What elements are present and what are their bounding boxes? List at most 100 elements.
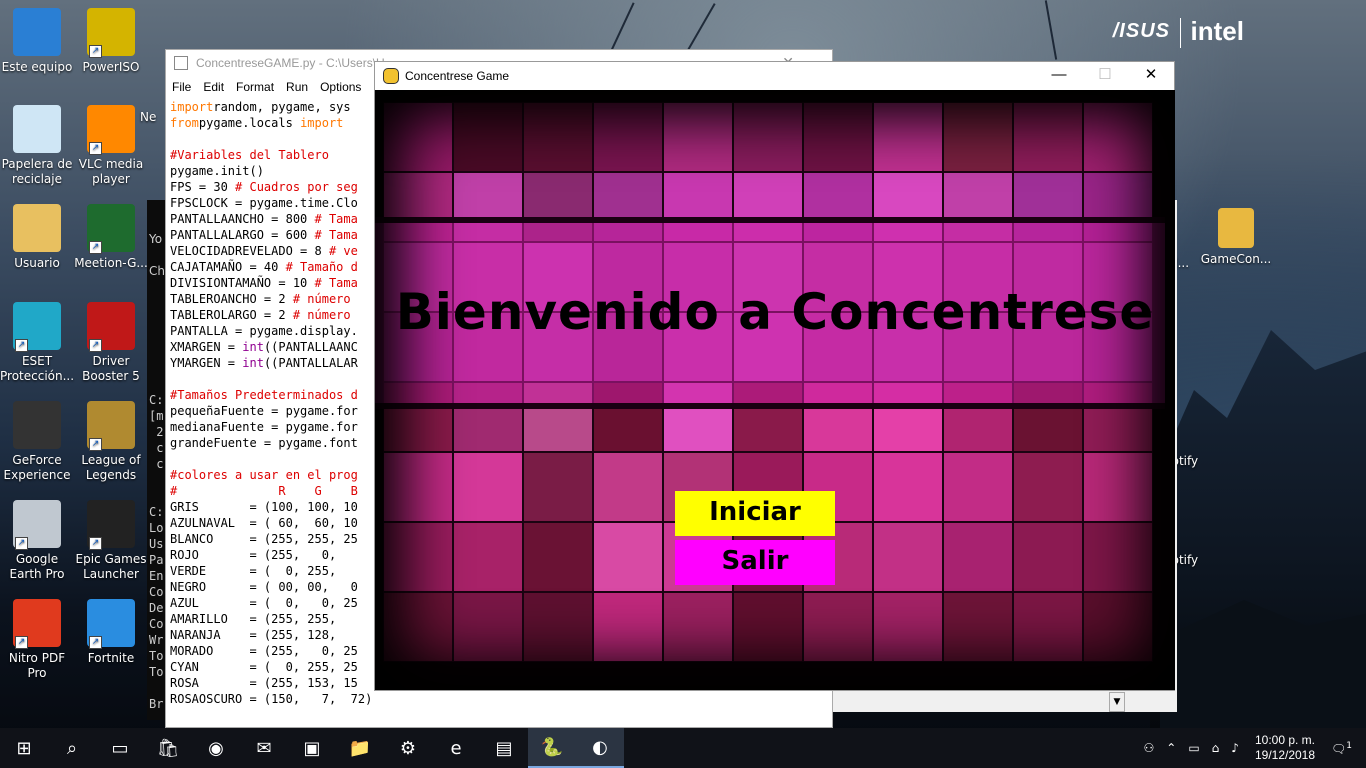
game-tile (1083, 522, 1153, 592)
code-token: VERDE = ( 0, 255, (170, 564, 337, 578)
app-icon: ↗ (13, 599, 61, 649)
chrome-icon[interactable]: ◉ (192, 728, 240, 768)
clock-date: 19/12/2018 (1254, 748, 1316, 762)
code-token: random, pygame, sys (213, 100, 351, 114)
menu-item-edit[interactable]: Edit (203, 80, 224, 94)
code-editor[interactable]: importrandom, pygame, sys frompygame.loca… (170, 99, 372, 707)
battery-icon[interactable]: ▭ (1188, 741, 1199, 755)
desktop-icon[interactable]: GeForce Experience (0, 401, 74, 483)
code-token: # Tamaño d (285, 260, 358, 274)
code-token: # Tama (314, 228, 358, 242)
desktop-icon-label: Epic Games Launcher (75, 552, 147, 581)
code-token: int (242, 356, 264, 370)
code-token: # R G B (170, 484, 358, 498)
control-panel-icon[interactable]: ▣ (288, 728, 336, 768)
code-token: CAJATAMAÑO = 40 (170, 260, 286, 274)
windows-start-icon[interactable]: ⊞ (0, 728, 48, 768)
clock[interactable]: 10:00 p. m. 19/12/2018 (1255, 733, 1315, 763)
game-tile (1083, 452, 1153, 522)
file-explorer-icon[interactable]: 📁 (336, 728, 384, 768)
game-tile (383, 522, 453, 592)
python-icon[interactable]: 🐍 (528, 728, 576, 768)
volume-icon[interactable]: ♪ (1231, 741, 1239, 755)
app-icon: ↗ (87, 302, 135, 352)
shortcut-arrow-icon: ↗ (89, 339, 102, 352)
code-token: PANTALLALARGO = 600 (170, 228, 315, 242)
code-token: grandeFuente = pygame.font (170, 436, 358, 450)
code-line: CYAN = ( 0, 255, 25 (170, 659, 372, 675)
shortcut-arrow-icon: ↗ (15, 339, 28, 352)
start-button[interactable]: Iniciar (675, 491, 835, 536)
game-tile (453, 452, 523, 522)
pygame-snake-icon (383, 68, 399, 84)
game-tile (523, 522, 593, 592)
store-icon[interactable]: 🛍 (144, 728, 192, 768)
desktop-icon[interactable]: ↗ Driver Booster 5 (74, 302, 148, 384)
pygame-window-icon[interactable]: ◐ (576, 728, 624, 768)
desktop-icon[interactable]: ↗ Epic Games Launcher (74, 500, 148, 582)
app-icon (13, 105, 61, 153)
desktop-icon-label: GeForce Experience (3, 453, 71, 482)
desktop-icon[interactable]: Papelera de reciclaje (0, 105, 74, 187)
desktop-icon-label: PowerISO (82, 60, 140, 74)
welcome-heading: Bienvenido a Concentrese (395, 283, 1155, 341)
game-tile (873, 102, 943, 172)
desktop-icon[interactable]: ↗ League of Legends (74, 401, 148, 483)
desktop-icon[interactable]: ↗ Fortnite (74, 599, 148, 666)
python-file-icon (174, 56, 188, 70)
mail-icon[interactable]: ✉ (240, 728, 288, 768)
code-line: MORADO = (255, 0, 25 (170, 643, 372, 659)
desktop-icon[interactable]: Este equipo (0, 8, 74, 75)
game-canvas[interactable]: Bienvenido a Concentrese Iniciar Salir (375, 90, 1175, 690)
game-tile (803, 102, 873, 172)
chevron-up-icon[interactable]: ⌃ (1166, 741, 1176, 755)
code-token: ROSAOSCURO = (150, 7, 72) (170, 692, 373, 706)
code-line: FPS = 30 # Cuadros por seg (170, 179, 372, 195)
people-icon[interactable]: ⚇ (1144, 741, 1155, 755)
desktop-icon[interactable]: ↗ ESET Protección... (0, 302, 74, 384)
scroll-down-button[interactable]: ▼ (1109, 692, 1125, 712)
asus-logo: /ISUS (1112, 20, 1170, 42)
menu-item-file[interactable]: File (172, 80, 191, 94)
code-line: VELOCIDADREVELADO = 8 # ve (170, 243, 372, 259)
desktop-icon-label: Usuario (14, 256, 60, 270)
menu-item-run[interactable]: Run (286, 80, 308, 94)
task-view-icon[interactable]: ▭ (96, 728, 144, 768)
shortcut-arrow-icon: ↗ (15, 537, 28, 550)
desktop-icon[interactable]: ↗ Google Earth Pro (0, 500, 74, 582)
shortcut-arrow-icon: ↗ (89, 438, 102, 451)
shortcut-arrow-icon: ↗ (89, 537, 102, 550)
terminal-icon[interactable]: ▤ (480, 728, 528, 768)
code-line: YMARGEN = int((PANTALLALAR (170, 355, 372, 371)
code-line: #colores a usar en el prog (170, 467, 372, 483)
code-token: XMARGEN = (170, 340, 243, 354)
desktop-icon[interactable]: ↗ VLC media player (74, 105, 148, 187)
code-line: AZUL = ( 0, 0, 25 (170, 595, 372, 611)
driver-booster-icon[interactable]: ⚙ (384, 728, 432, 768)
code-line: TABLEROLARGO = 2 # número (170, 307, 372, 323)
desktop-icon[interactable]: ↗ Nitro PDF Pro (0, 599, 74, 681)
shortcut-arrow-icon: ↗ (89, 45, 102, 58)
game-window[interactable]: Concentrese Game — ☐ ✕ Bienvenido a Conc… (374, 61, 1175, 691)
game-tile (873, 452, 943, 522)
desktop-icon[interactable]: Usuario (0, 204, 74, 271)
menu-item-format[interactable]: Format (236, 80, 274, 94)
menu-item-options[interactable]: Options (320, 80, 361, 94)
game-tile (663, 592, 733, 662)
edge-icon[interactable]: e (432, 728, 480, 768)
maximize-button[interactable]: ☐ (1082, 62, 1128, 90)
desktop-icon[interactable]: ↗ PowerISO (74, 8, 148, 75)
search-icon[interactable]: ⌕ (48, 728, 96, 768)
code-line: PANTALLAANCHO = 800 # Tama (170, 211, 372, 227)
game-title-bar[interactable]: Concentrese Game — ☐ ✕ (375, 62, 1174, 90)
code-token: #colores a usar en el prog (170, 468, 358, 482)
code-token: ((PANTALLALAR (263, 356, 358, 370)
notification-icon[interactable]: 🗨1 (1331, 741, 1352, 756)
network-icon[interactable]: ⌂ (1212, 741, 1220, 755)
minimize-button[interactable]: — (1036, 62, 1082, 90)
desktop-icon-gamecon[interactable]: GameCon... (1199, 208, 1273, 267)
desktop-icon[interactable]: ↗ Meetion-G... (74, 204, 148, 271)
close-button[interactable]: ✕ (1128, 62, 1174, 90)
quit-button[interactable]: Salir (675, 540, 835, 585)
game-tile (453, 592, 523, 662)
